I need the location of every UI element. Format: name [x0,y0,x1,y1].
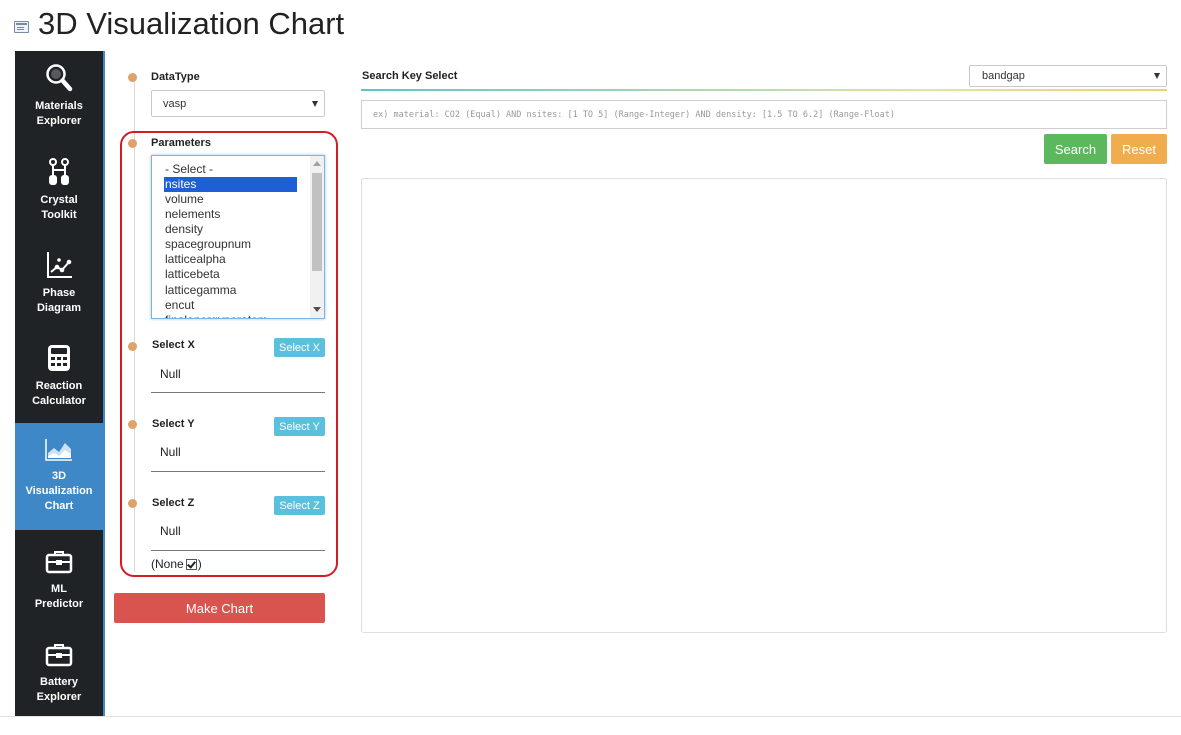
listbox-scrollbar[interactable] [310,156,324,318]
none-option-prefix: (None [151,557,184,571]
page-title: 3D Visualization Chart [38,6,345,41]
search-button[interactable]: Search [1044,134,1107,164]
parameter-option[interactable]: - Select - [164,162,297,177]
none-checkbox[interactable] [185,558,197,570]
phase-diagram-icon [47,252,72,278]
parameter-option[interactable]: latticealpha [164,252,297,267]
parameters-label: Parameters [151,137,211,149]
sidebar-item-3d-visualization-chart[interactable]: 3D Visualization Chart [15,423,103,530]
parameter-option[interactable]: nelements [164,207,297,222]
search-key-label: Search Key Select [362,70,458,82]
scrollbar-thumb[interactable] [312,173,322,271]
none-option-suffix: ) [197,557,202,571]
sidebar-item-label: Phase Diagram [36,287,82,314]
sidebar-item-label: Reaction Calculator [32,380,86,407]
timeline-dot [128,73,137,82]
select-y-button[interactable]: Select Y [274,417,325,436]
chevron-down-icon [1154,73,1160,79]
parameter-option[interactable]: volume [164,192,297,207]
magnifier-icon [46,64,73,92]
section-divider [361,89,1167,91]
sidebar-item-materials-explorer[interactable]: Materials Explorer [15,63,103,141]
window-icon [14,21,29,33]
toolbox-icon [45,551,73,574]
parameter-option[interactable]: encut [164,298,297,313]
footer-divider [0,716,1181,717]
sidebar-item-ml-predictor[interactable]: ML Predictor [15,548,103,626]
calculator-icon [48,345,70,371]
divider [151,471,325,472]
select-x-label: Select X [152,339,195,351]
timeline-dot [128,420,137,429]
select-y-value: Null [160,445,181,459]
select-x-button[interactable]: Select X [274,338,325,357]
scroll-down-arrow-icon[interactable] [313,307,321,312]
molecule-icon [49,158,69,185]
parameter-option[interactable]: finalenergyperatom [164,313,297,318]
sidebar-item-battery-explorer[interactable]: Battery Explorer [15,641,103,719]
select-z-value: Null [160,524,181,538]
search-placeholder: ex) material: CO2 (Equal) AND nsites: [1… [373,109,895,120]
timeline-dot [128,139,137,148]
sidebar-item-label: 3D Visualization Chart [25,470,93,512]
timeline-dot [128,342,137,351]
sidebar: Materials Explorer Crystal Toolkit Phase… [15,51,103,717]
parameters-listbox[interactable]: - Select - nsites volume nelements densi… [151,155,325,319]
scroll-up-arrow-icon[interactable] [313,161,321,166]
select-y-label: Select Y [152,418,195,430]
select-z-button[interactable]: Select Z [274,496,325,515]
select-x-value: Null [160,367,181,381]
parameter-option-selected[interactable]: nsites [164,177,297,192]
toolbox-icon [45,644,73,667]
parameter-option[interactable]: latticegamma [164,283,297,298]
select-z-label: Select Z [152,497,195,509]
sidebar-item-label: Battery Explorer [36,676,82,703]
sidebar-item-label: Materials Explorer [35,100,83,127]
search-key-value: bandgap [982,70,1025,82]
area-chart-icon [45,439,72,461]
search-input[interactable]: ex) material: CO2 (Equal) AND nsites: [1… [361,100,1167,129]
page-header: 3D Visualization Chart [14,4,344,44]
timeline-dot [128,499,137,508]
sidebar-item-reaction-calculator[interactable]: Reaction Calculator [15,343,103,421]
sidebar-item-label: ML Predictor [34,583,84,610]
parameter-option[interactable]: spacegroupnum [164,237,297,252]
divider [151,392,325,393]
datatype-label: DataType [151,71,200,83]
reset-button[interactable]: Reset [1111,134,1167,164]
divider [151,550,325,551]
none-option: (None ) [151,557,202,571]
parameter-option[interactable]: latticebeta [164,267,297,282]
datatype-select[interactable]: vasp [151,90,325,117]
chevron-down-icon [312,100,318,107]
search-key-select[interactable]: bandgap [969,65,1167,87]
sidebar-item-crystal-toolkit[interactable]: Crystal Toolkit [15,157,103,235]
make-chart-button[interactable]: Make Chart [114,593,325,623]
sidebar-item-label: Crystal Toolkit [40,194,78,221]
sidebar-accent-bar [103,51,105,717]
parameter-option[interactable]: density [164,222,297,237]
sidebar-item-phase-diagram[interactable]: Phase Diagram [15,250,103,328]
chart-panel [361,178,1167,633]
datatype-value: vasp [163,97,187,110]
